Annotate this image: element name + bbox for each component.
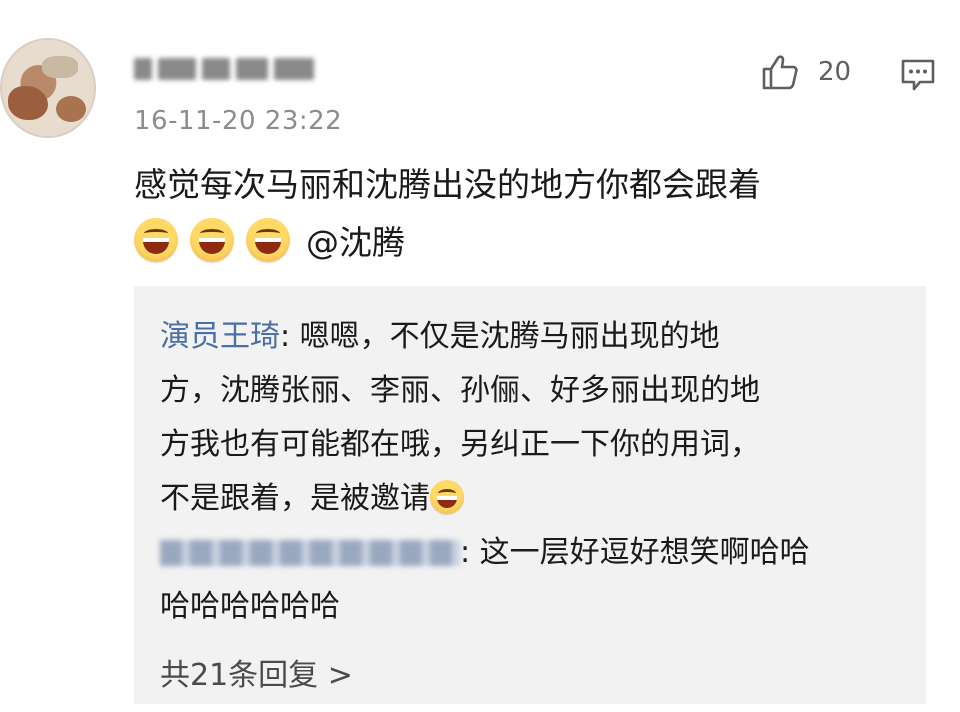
reply-username[interactable]: 演员王琦 xyxy=(160,319,280,354)
blur-block xyxy=(274,58,314,80)
more-replies-link[interactable]: 共21条回复 > xyxy=(160,650,353,694)
like-button[interactable]: 20 xyxy=(760,52,851,92)
reply-text-line: 方我也有可能都在哦，另纠正一下你的用词， xyxy=(160,427,760,462)
comment-text: 感觉每次马丽和沈腾出没的地方你都会跟着 xyxy=(134,165,761,204)
blur-block xyxy=(236,58,268,80)
mention-link[interactable]: @沈腾 xyxy=(306,216,405,264)
laughing-emoji-icon xyxy=(246,218,290,262)
reply-item: 演员王琦: 嗯嗯，不仅是沈腾马丽出现的地 方，沈腾张丽、李丽、孙俪、好多丽出现的… xyxy=(160,310,920,526)
like-count: 20 xyxy=(818,57,852,87)
timestamp: 16-11-20 23:22 xyxy=(134,106,343,136)
reply-text-line: 嗯嗯，不仅是沈腾马丽出现的地 xyxy=(299,319,720,354)
reply-text-line: 不是跟着，是被邀请 xyxy=(160,481,430,516)
reply-text-line: 哈哈哈哈哈哈 xyxy=(160,589,340,624)
thumbs-up-icon xyxy=(762,55,798,90)
comment-icon xyxy=(901,59,935,91)
reply-separator: : xyxy=(280,319,300,354)
replies-box: 演员王琦: 嗯嗯，不仅是沈腾马丽出现的地 方，沈腾张丽、李丽、孙俪、好多丽出现的… xyxy=(134,286,926,704)
emoji-row: @沈腾 xyxy=(134,216,405,264)
laughing-emoji-icon xyxy=(190,218,234,262)
avatar-detail xyxy=(56,96,86,122)
reply-text-line: 方，沈腾张丽、李丽、孙俪、好多丽出现的地 xyxy=(160,373,760,408)
avatar-detail xyxy=(8,86,48,120)
reply-item: : 这一层好逗好想笑啊哈哈 哈哈哈哈哈哈 xyxy=(160,526,920,634)
laughing-emoji-icon xyxy=(134,218,178,262)
blurred-username[interactable] xyxy=(134,56,320,82)
laughing-emoji-icon xyxy=(430,480,464,514)
avatar[interactable] xyxy=(0,38,96,138)
reply-text-line: 这一层好逗好想笑啊哈哈 xyxy=(479,535,810,570)
reply-separator: : xyxy=(460,535,480,570)
blur-block xyxy=(202,58,230,80)
blur-block xyxy=(134,58,152,80)
reply-list: 演员王琦: 嗯嗯，不仅是沈腾马丽出现的地 方，沈腾张丽、李丽、孙俪、好多丽出现的… xyxy=(160,310,920,634)
comment-button[interactable] xyxy=(900,58,936,96)
blurred-reply-username[interactable] xyxy=(160,540,460,566)
blur-block xyxy=(158,58,196,80)
avatar-detail xyxy=(42,56,78,78)
